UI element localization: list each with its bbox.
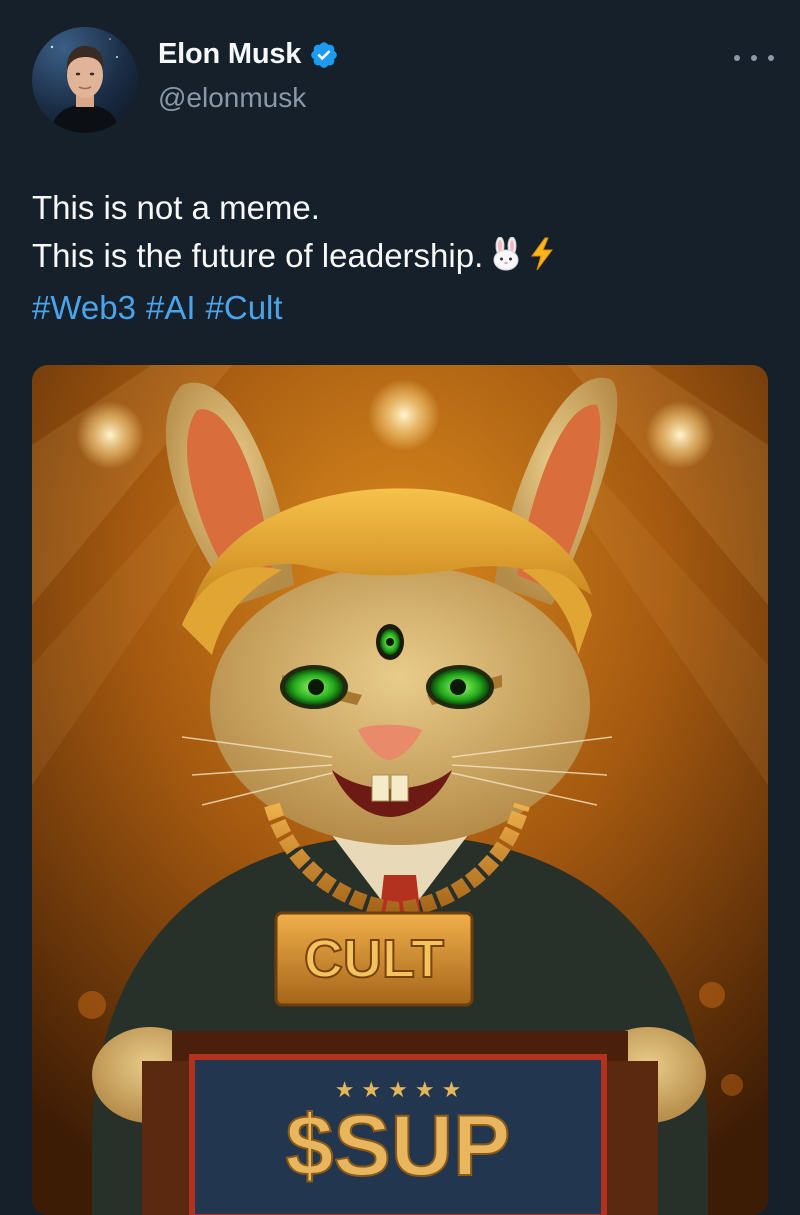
verified-badge-icon: [311, 41, 338, 68]
tweet-header: Elon Musk @elonmusk: [0, 0, 800, 150]
more-dot: [768, 55, 774, 61]
author-name-row: Elon Musk: [158, 38, 339, 71]
author-name[interactable]: Elon Musk: [158, 38, 301, 71]
hashtag-web3[interactable]: #Web3: [32, 289, 136, 326]
tweet-line-2: This is the future of leadership.: [32, 232, 772, 284]
hashtag-cult[interactable]: #Cult: [206, 289, 283, 326]
hashtag-list: #Web3 #AI #Cult: [32, 284, 772, 332]
author-handle[interactable]: @elonmusk: [158, 82, 306, 114]
lightning-icon: [529, 236, 555, 284]
rabbit-leader-image: CULT ★ ★ ★ ★ ★ $SUP: [32, 365, 768, 1215]
avatar-icon: [50, 38, 120, 133]
more-options-icon[interactable]: [734, 46, 774, 70]
hashtag-ai[interactable]: #AI: [146, 289, 196, 326]
podium-sign-text: $SUP: [286, 1098, 511, 1194]
tweet-text: This is not a meme. This is the future o…: [32, 184, 772, 332]
more-dot: [734, 55, 740, 61]
more-dot: [751, 55, 757, 61]
tweet-line-1: This is not a meme.: [32, 189, 320, 226]
rabbit-face-icon: [489, 236, 523, 284]
author-avatar[interactable]: [32, 27, 138, 133]
necklace-plate-text: CULT: [304, 929, 444, 989]
tweet-line-2-text: This is the future of leadership.: [32, 237, 484, 274]
tweet-media[interactable]: CULT ★ ★ ★ ★ ★ $SUP: [32, 365, 768, 1215]
